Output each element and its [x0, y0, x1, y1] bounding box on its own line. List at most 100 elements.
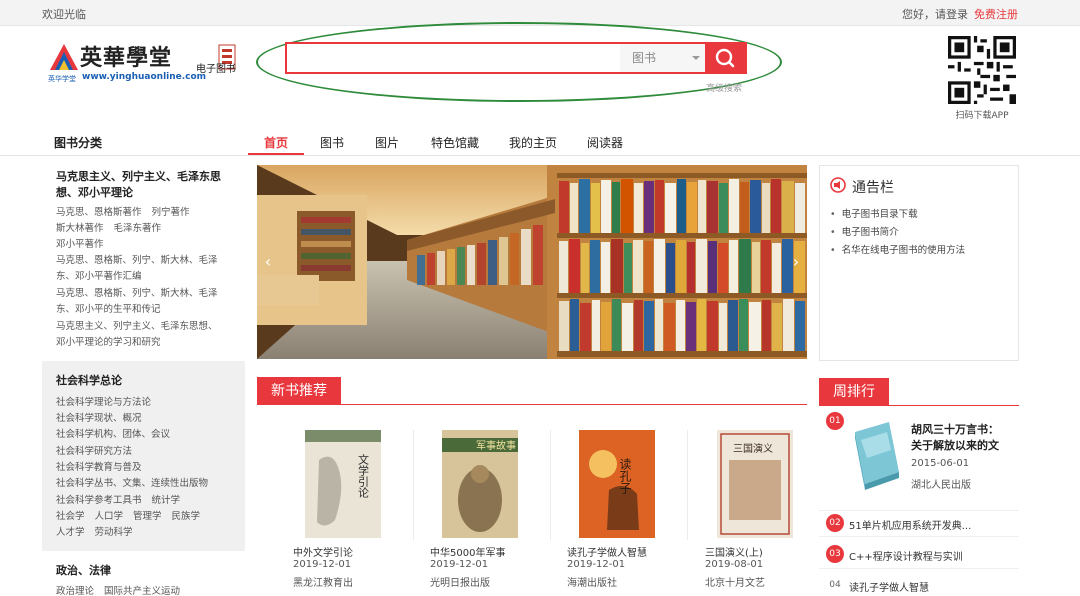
divider	[819, 510, 1019, 511]
book-cover-text: 三国演义	[733, 442, 773, 455]
active-tab-underline	[248, 153, 304, 155]
subcategory-link[interactable]: 马克思、恩格斯著作	[56, 207, 142, 218]
subcategory-link[interactable]: 邓小平理论的学习和研究	[56, 337, 161, 348]
main-nav: 图书分类 首页 图书 图片 特色馆藏 我的主页 阅读器	[0, 128, 1080, 156]
carousel-next-icon[interactable]: ›	[789, 253, 803, 271]
book-cover-text: 军事故事	[476, 439, 516, 452]
search-category-select[interactable]: 图书	[620, 44, 706, 72]
book-card[interactable]: 读孔子 读孔子学做人智慧 2019-12-01 海潮出版社	[567, 428, 697, 589]
book-date: 2019-08-01	[705, 559, 764, 570]
category-title[interactable]: 政治、法律	[56, 563, 236, 579]
notice-item[interactable]: 电子图书目录下载	[830, 206, 965, 224]
book-card[interactable]: 三国演义 三国演义(上) 2019-08-01 北京十月文艺	[705, 428, 835, 589]
category-line: 社会科学机构、团体、会议	[56, 426, 180, 440]
book-date: 2019-12-01	[567, 559, 626, 570]
book-card[interactable]: 文学引论 中外文学引论 2019-12-01 黑龙江教育出	[293, 428, 423, 589]
category-line: 东、邓小平著作汇编	[56, 268, 152, 282]
book-publisher: 北京十月文艺	[705, 578, 765, 589]
subcategory-link[interactable]: 社会科学机构、团体、会议	[56, 429, 170, 440]
category-line: 邓小平理论的学习和研究	[56, 334, 171, 348]
category-title[interactable]: 社会科学总论	[56, 373, 236, 389]
subcategory-link[interactable]: 统计学	[152, 495, 181, 506]
tab-books[interactable]: 图书	[320, 134, 344, 151]
carousel-prev-icon[interactable]: ‹	[261, 253, 275, 271]
subcategory-link[interactable]: 民族学	[172, 511, 201, 522]
featured-ranked-book[interactable]: 胡风三十万言书： 关于解放以来的文 2015-06-01 湖北人民出版	[849, 422, 1019, 512]
subcategory-link[interactable]: 社会科学研究方法	[56, 446, 132, 457]
book-title: 三国演义(上)	[705, 548, 763, 559]
category-line: 东、邓小平的生平和传记	[56, 301, 171, 315]
logo-sub-text: 英华学堂	[48, 75, 76, 83]
subcategory-link[interactable]: 列宁著作	[152, 207, 190, 218]
subcategory-link[interactable]: 劳动科学	[95, 527, 133, 538]
register-link[interactable]: 免费注册	[974, 8, 1018, 21]
ranked-book-title[interactable]: C++程序设计教程与实训	[849, 548, 963, 563]
category-sidebar: 马克思主义、列宁主义、毛泽东思想、邓小平理论 马克思、恩格斯著作 列宁著作 斯大林…	[42, 157, 245, 596]
book-cover: 文学引论	[305, 430, 381, 538]
book-card[interactable]: 军事故事 中华5000年军事 2019-12-01 光明日报出版	[430, 428, 560, 589]
tab-images[interactable]: 图片	[375, 134, 399, 151]
book-date: 2019-12-01	[293, 559, 352, 570]
category-politics-law: 政治、法律 政治理论 国际共产主义运动	[42, 551, 245, 596]
subcategory-link[interactable]: 马克思、恩格斯、列宁、斯大林、毛泽	[56, 288, 218, 299]
tab-home[interactable]: 首页	[264, 134, 288, 151]
subcategory-link[interactable]: 马克思、恩格斯、列宁、斯大林、毛泽	[56, 255, 218, 266]
search-input[interactable]	[293, 48, 613, 68]
subcategory-link[interactable]: 斯大林著作	[56, 223, 104, 234]
login-link[interactable]: 请登录	[935, 8, 968, 21]
category-line: 社会科学参考工具书 统计学	[56, 492, 190, 506]
subcategory-link[interactable]: 管理学	[133, 511, 162, 522]
subcategory-link[interactable]: 社会科学丛书、文集、连续性出版物	[56, 478, 208, 489]
divider	[413, 430, 414, 540]
rank-badge: 01	[826, 412, 844, 430]
book-cover: 读孔子	[579, 430, 655, 538]
subcategory-link[interactable]: 政治理论	[56, 586, 94, 596]
search-bar: 图书	[285, 42, 747, 74]
subcategory-link[interactable]: 社会科学参考工具书	[56, 495, 142, 506]
category-marxism: 马克思主义、列宁主义、毛泽东思想、邓小平理论 马克思、恩格斯著作 列宁著作 斯大林…	[42, 157, 245, 361]
category-line: 社会科学现状、概况	[56, 410, 152, 424]
tab-special-collections[interactable]: 特色馆藏	[431, 134, 479, 151]
ranked-book-title[interactable]: 读孔子学做人智慧	[849, 579, 929, 594]
subcategory-link[interactable]: 社会科学现状、概况	[56, 413, 142, 424]
book-cover: 三国演义	[717, 430, 793, 538]
subcategory-link[interactable]: 社会学	[56, 511, 85, 522]
divider	[687, 430, 688, 540]
logo-brand-text: 英華學堂	[80, 45, 173, 71]
hero-banner-carousel[interactable]: ‹ ›	[257, 165, 807, 359]
search-button[interactable]	[705, 44, 745, 72]
search-icon	[715, 48, 735, 68]
site-logo[interactable]: 英華學堂 电子图书 英华学堂 www.yinghuaonline.com	[48, 40, 248, 88]
category-title[interactable]: 马克思主义、列宁主义、毛泽东思想、邓小平理论	[56, 169, 236, 201]
ranked-book-title[interactable]: 51单片机应用系统开发典...	[849, 517, 971, 532]
subcategory-link[interactable]: 东、邓小平的生平和传记	[56, 304, 161, 315]
tab-reader[interactable]: 阅读器	[587, 134, 623, 151]
subcategory-link[interactable]: 邓小平著作	[56, 239, 104, 250]
featured-book-date: 2015-06-01	[911, 458, 970, 469]
subcategory-link[interactable]: 人才学	[56, 527, 85, 538]
logo-url: www.yinghuaonline.com	[82, 72, 207, 82]
subcategory-link[interactable]: 人口学	[95, 511, 124, 522]
tab-my-page[interactable]: 我的主页	[509, 134, 557, 151]
category-line: 社会科学研究方法	[56, 443, 142, 457]
book-cover-text: 文学引论	[357, 453, 370, 498]
welcome-text: 欢迎光临	[42, 8, 86, 21]
notice-list: 电子图书目录下载 电子图书简介 名华在线电子图书的使用方法	[830, 206, 966, 260]
subcategory-link[interactable]: 毛泽东著作	[114, 223, 162, 234]
category-line: 社会科学丛书、文集、连续性出版物	[56, 475, 218, 489]
notice-speaker-icon	[830, 177, 846, 193]
book-cover-text: 读孔子	[618, 458, 632, 494]
qr-download-label: 扫码下载APP	[955, 111, 1009, 121]
category-line: 社会学 人口学 管理学 民族学	[56, 508, 210, 522]
weekly-ranking-list: 01 胡风三十万言书： 关于解放以来的文 2015-06-01 湖北人民出版 02…	[819, 378, 1019, 596]
subcategory-link[interactable]: 东、邓小平著作汇编	[56, 271, 142, 282]
subcategory-link[interactable]: 马克思主义、列宁主义、毛泽东思想、	[56, 321, 218, 332]
subcategory-link[interactable]: 国际共产主义运动	[104, 586, 180, 596]
advanced-search-link[interactable]: 高级搜索	[706, 81, 742, 94]
subcategory-link[interactable]: 社会科学教育与普及	[56, 462, 142, 473]
book-cover	[855, 422, 899, 490]
category-line: 马克思、恩格斯著作 列宁著作	[56, 204, 200, 218]
subcategory-link[interactable]: 社会科学理论与方法论	[56, 397, 151, 408]
notice-item[interactable]: 电子图书简介	[830, 224, 965, 242]
notice-item[interactable]: 名华在线电子图书的使用方法	[830, 242, 966, 260]
